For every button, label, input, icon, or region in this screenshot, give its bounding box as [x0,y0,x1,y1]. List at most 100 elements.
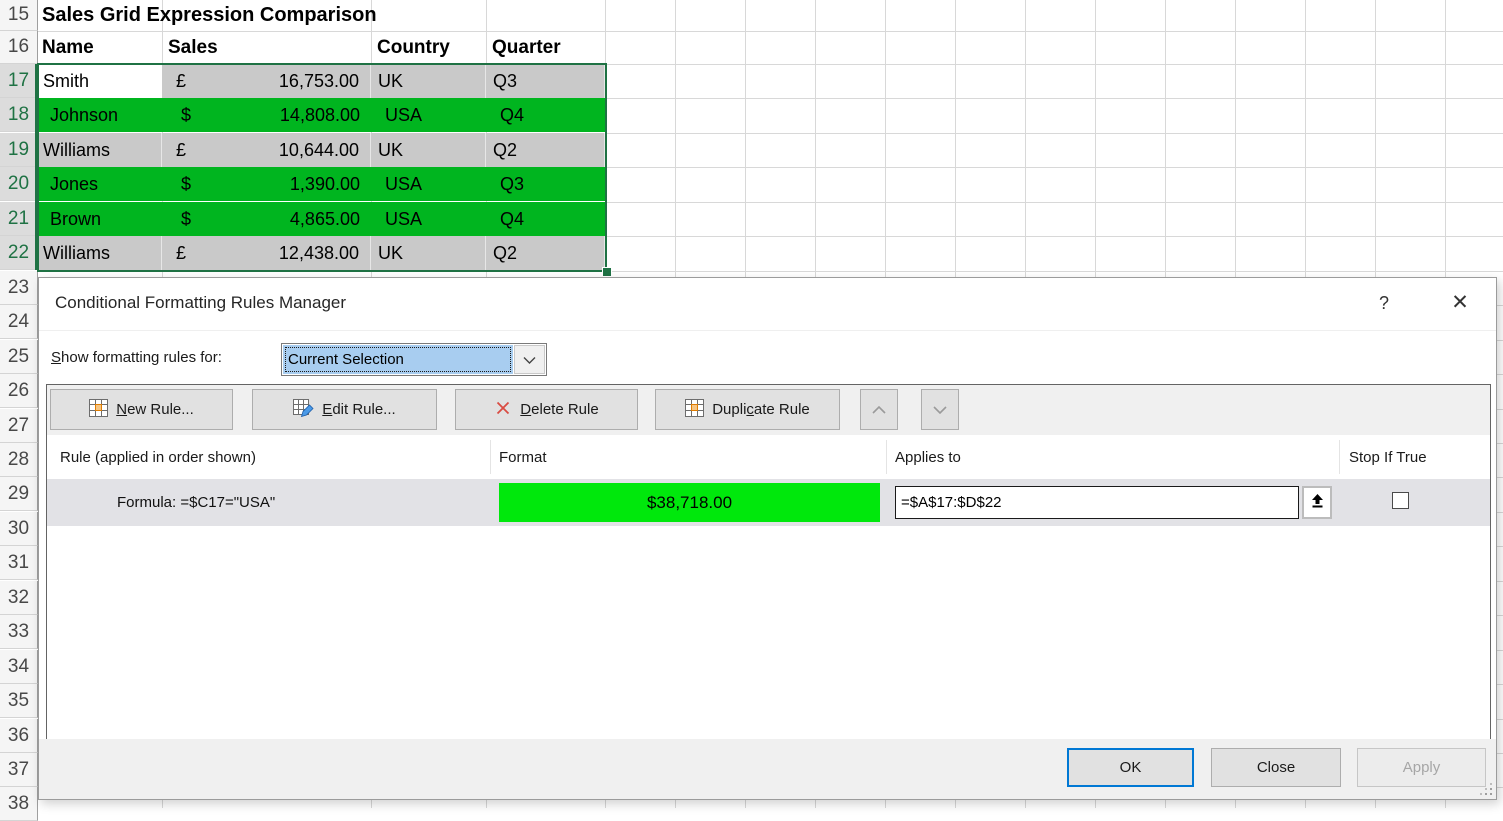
help-button[interactable]: ? [1372,291,1396,315]
cell-A19[interactable]: Williams [38,133,162,167]
cell-D18[interactable]: Q4 [486,98,605,132]
row-header-26[interactable]: 26 [0,374,38,408]
row-header-16[interactable]: 16 [0,31,38,64]
row-header-22[interactable]: 22 [0,236,38,270]
dialog-footer: OK Close Apply [39,739,1496,799]
chevron-up-icon [872,401,886,418]
cell-B22[interactable]: £12,438.00 [162,236,371,270]
amount-value: 4,865.00 [290,209,360,230]
row-header-25[interactable]: 25 [0,340,38,374]
cell-C20[interactable]: USA [371,167,486,201]
column-header-name[interactable]: Name [42,31,94,64]
duplicate-rule-icon [685,399,704,421]
conditional-formatting-rules-manager-dialog: Conditional Formatting Rules Manager ? ✕… [38,277,1497,800]
ok-button[interactable]: OK [1067,748,1194,787]
cell-B19[interactable]: £10,644.00 [162,133,371,167]
row-header-33[interactable]: 33 [0,615,38,649]
gridline [38,271,1503,272]
rule-row[interactable]: Formula: =$C17="USA" $38,718.00 [47,479,1490,526]
row-header-35[interactable]: 35 [0,684,38,718]
column-header-sales[interactable]: Sales [168,31,218,64]
row-header-21[interactable]: 21 [0,202,38,236]
move-rule-down-button[interactable] [921,389,959,430]
cell-A17[interactable]: Smith [38,64,162,98]
chevron-down-icon[interactable] [514,345,545,374]
row-header-30[interactable]: 30 [0,512,38,546]
cell-A22[interactable]: Williams [38,236,162,270]
row-header-15[interactable]: 15 [0,0,38,31]
collapse-dialog-button[interactable] [1302,486,1332,519]
cell-D21[interactable]: Q4 [486,202,605,236]
column-header-quarter[interactable]: Quarter [492,31,561,64]
row-header-34[interactable]: 34 [0,650,38,684]
row-header-32[interactable]: 32 [0,581,38,615]
header-separator [886,440,887,474]
row-header-17[interactable]: 17 [0,64,38,98]
row-header-38[interactable]: 38 [0,787,38,821]
cell-C22[interactable]: UK [371,236,486,270]
row-header-19[interactable]: 19 [0,133,38,167]
cell-B20[interactable]: $1,390.00 [162,167,371,201]
fill-handle[interactable] [602,267,612,277]
edit-rule-button[interactable]: Edit Rule... [252,389,437,430]
row-header-20[interactable]: 20 [0,167,38,201]
cell-C17[interactable]: UK [371,64,486,98]
new-rule-icon [89,399,108,421]
collapse-range-icon [1310,493,1325,513]
delete-rule-icon [494,399,512,421]
row-header-36[interactable]: 36 [0,719,38,753]
currency-symbol: £ [176,243,186,264]
apply-button[interactable]: Apply [1357,748,1486,787]
amount-value: 1,390.00 [290,174,360,195]
close-icon[interactable]: ✕ [1445,288,1475,316]
column-header-country[interactable]: Country [377,31,450,64]
new-rule-button[interactable]: New Rule... [50,389,233,430]
header-stop-if-true: Stop If True [1349,435,1427,479]
move-rule-up-button[interactable] [860,389,898,430]
delete-rule-button[interactable]: Delete Rule [455,389,638,430]
row-header-24[interactable]: 24 [0,305,38,339]
row-header-28[interactable]: 28 [0,443,38,477]
show-rules-label: Show formatting rules for: [51,349,222,366]
currency-symbol: $ [181,105,191,126]
row-header-31[interactable]: 31 [0,546,38,580]
cell-C19[interactable]: UK [371,133,486,167]
amount-value: 12,438.00 [279,243,359,264]
cell-C21[interactable]: USA [371,202,486,236]
sheet-title-cell[interactable]: Sales Grid Expression Comparison [42,0,377,31]
row-header-37[interactable]: 37 [0,753,38,787]
cell-A21[interactable]: Brown [38,202,162,236]
rule-format-preview: $38,718.00 [499,483,880,522]
selected-rows-indicator [35,64,38,270]
duplicate-rule-button[interactable]: Duplicate Rule [655,389,840,430]
cell-D17[interactable]: Q3 [486,64,605,98]
cell-D20[interactable]: Q3 [486,167,605,201]
stop-if-true-checkbox[interactable] [1392,492,1409,509]
chevron-down-icon [933,401,947,418]
header-rule: Rule (applied in order shown) [60,435,256,479]
edit-rule-icon [293,399,314,421]
show-rules-dropdown[interactable]: Current Selection [281,343,547,376]
header-separator [1339,440,1340,474]
row-header-18[interactable]: 18 [0,98,38,132]
row-header-23[interactable]: 23 [0,271,38,305]
cell-A18[interactable]: Johnson [38,98,162,132]
close-button[interactable]: Close [1211,748,1341,787]
cell-D22[interactable]: Q2 [486,236,605,270]
resize-grip[interactable] [1490,793,1492,795]
cell-A20[interactable]: Jones [38,167,162,201]
rules-toolbar: New Rule... Edit Rule... Delete Rule Dup… [47,385,1490,436]
amount-value: 10,644.00 [279,140,359,161]
header-separator [490,440,491,474]
currency-symbol: $ [181,174,191,195]
row-header-27[interactable]: 27 [0,409,38,443]
cell-B18[interactable]: $14,808.00 [162,98,371,132]
applies-to-input[interactable] [895,486,1299,519]
cell-B17[interactable]: £16,753.00 [162,64,371,98]
header-format: Format [499,435,547,479]
cell-C18[interactable]: USA [371,98,486,132]
cell-D19[interactable]: Q2 [486,133,605,167]
dropdown-selected-value: Current Selection [283,345,513,374]
cell-B21[interactable]: $4,865.00 [162,202,371,236]
row-header-29[interactable]: 29 [0,477,38,511]
